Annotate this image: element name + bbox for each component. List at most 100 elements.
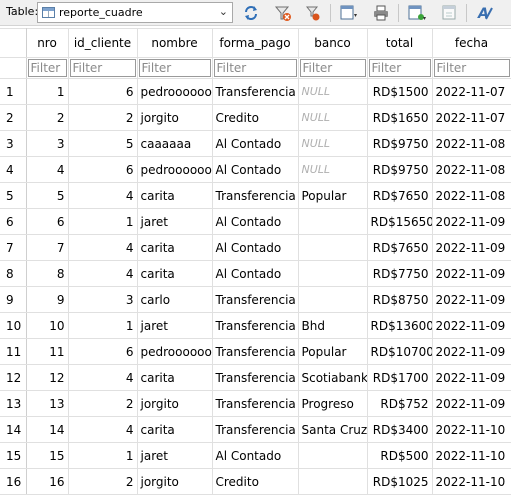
row-number-cell[interactable]: 8 — [0, 260, 27, 287]
cell-forma-pago[interactable]: Al Contado — [212, 234, 299, 261]
cell-forma-pago[interactable]: Transferencia — [212, 364, 299, 391]
cell-fecha[interactable]: 2022-11-07 — [432, 104, 511, 131]
cell-id-cliente[interactable]: 5 — [68, 130, 138, 157]
cell-forma-pago[interactable]: Credito — [212, 104, 299, 131]
cell-nombre[interactable]: carita — [137, 364, 213, 391]
cell-nro[interactable]: 8 — [26, 260, 69, 287]
cell-forma-pago[interactable]: Al Contado — [212, 156, 299, 183]
cell-forma-pago[interactable]: Transferencia — [212, 312, 299, 339]
row-number-cell[interactable]: 6 — [0, 208, 27, 235]
cell-id-cliente[interactable]: 3 — [68, 286, 138, 313]
cell-total[interactable]: RD$8750 — [367, 286, 433, 313]
table-row[interactable]: 1 1 6 pedrooooooo Transferencia NULL RD$1500 20… — [0, 78, 511, 105]
cell-total[interactable]: RD$13600 — [367, 312, 433, 339]
cell-fecha[interactable]: 2022-11-09 — [432, 390, 511, 417]
cell-fecha[interactable]: 2022-11-08 — [432, 182, 511, 209]
cell-id-cliente[interactable]: 4 — [68, 182, 138, 209]
filter-input[interactable]: Filter — [213, 59, 297, 77]
row-number-cell[interactable]: 2 — [0, 104, 27, 131]
table-row[interactable]: 9 9 3 carlo Transferencia RD$8750 2022-11-09 — [0, 286, 511, 313]
cell-total[interactable]: RD$500 — [367, 442, 433, 469]
column-header[interactable]: nombre — [137, 28, 213, 58]
cell-nombre[interactable]: pedrooooooo — [137, 338, 213, 365]
cell-id-cliente[interactable]: 6 — [68, 338, 138, 365]
cell-forma-pago[interactable]: Al Contado — [212, 208, 299, 235]
filter-input[interactable]: Filter — [433, 59, 510, 77]
cell-total[interactable]: RD$3400 — [367, 416, 433, 443]
cell-nombre[interactable]: carlo — [137, 286, 213, 313]
column-header[interactable]: forma_pago — [212, 28, 299, 58]
new-record-button[interactable] — [338, 2, 360, 24]
cell-nro[interactable]: 9 — [26, 286, 69, 313]
cell-nombre[interactable]: carita — [137, 234, 213, 261]
table-row[interactable]: 11 11 6 pedrooooooo Transferencia Popular RD$1… — [0, 338, 511, 365]
export-button[interactable] — [406, 2, 428, 24]
format-button[interactable]: A — [474, 2, 496, 24]
cell-banco[interactable]: Popular — [298, 182, 368, 209]
table-row[interactable]: 7 7 4 carita Al Contado RD$7650 2022-11-09 — [0, 234, 511, 261]
filter-input[interactable]: Filter — [299, 59, 366, 77]
row-number-cell[interactable]: 1 — [0, 78, 27, 105]
cell-fecha[interactable]: 2022-11-10 — [432, 416, 511, 443]
column-header[interactable]: banco — [298, 28, 368, 58]
print-button[interactable] — [370, 2, 392, 24]
cell-nro[interactable]: 1 — [26, 78, 69, 105]
cell-nro[interactable]: 16 — [26, 468, 69, 495]
cell-forma-pago[interactable]: Transferencia — [212, 390, 299, 417]
cell-id-cliente[interactable]: 2 — [68, 104, 138, 131]
cell-fecha[interactable]: 2022-11-09 — [432, 234, 511, 261]
delete-record-button[interactable] — [438, 2, 460, 24]
table-row[interactable]: 5 5 4 carita Transferencia Popular RD$7650 2022… — [0, 182, 511, 209]
cell-banco[interactable]: NULL — [298, 130, 368, 157]
cell-id-cliente[interactable]: 6 — [68, 78, 138, 105]
cell-forma-pago[interactable]: Transferencia — [212, 338, 299, 365]
cell-nro[interactable]: 4 — [26, 156, 69, 183]
cell-banco[interactable] — [298, 234, 368, 261]
cell-banco[interactable]: Progreso — [298, 390, 368, 417]
cell-nombre[interactable]: jaret — [137, 208, 213, 235]
cell-forma-pago[interactable]: Al Contado — [212, 130, 299, 157]
column-header[interactable]: fecha — [432, 28, 511, 58]
filter-input[interactable]: Filter — [27, 59, 67, 77]
row-number-cell[interactable]: 12 — [0, 364, 27, 391]
cell-banco[interactable]: Bhd — [298, 312, 368, 339]
table-select[interactable]: reporte_cuadre ⌄ — [37, 2, 233, 23]
cell-total[interactable]: RD$1700 — [367, 364, 433, 391]
cell-id-cliente[interactable]: 4 — [68, 234, 138, 261]
table-row[interactable]: 16 16 2 jorgito Credito RD$1025 2022-11-10 — [0, 468, 511, 495]
table-row[interactable]: 4 4 6 pedrooooooo Al Contado NULL RD$9750 2022-… — [0, 156, 511, 183]
cell-nombre[interactable]: jaret — [137, 442, 213, 469]
table-row[interactable]: 13 13 2 jorgito Transferencia Progreso RD$752 2… — [0, 390, 511, 417]
cell-banco[interactable] — [298, 442, 368, 469]
cell-banco[interactable] — [298, 260, 368, 287]
column-header[interactable]: id_cliente — [68, 28, 138, 58]
table-row[interactable]: 6 6 1 jaret Al Contado RD$15650 2022-11-09 — [0, 208, 511, 235]
cell-nombre[interactable]: jaret — [137, 312, 213, 339]
cell-nro[interactable]: 15 — [26, 442, 69, 469]
table-row[interactable]: 10 10 1 jaret Transferencia Bhd RD$13600 2022-1… — [0, 312, 511, 339]
cell-fecha[interactable]: 2022-11-10 — [432, 442, 511, 469]
cell-forma-pago[interactable]: Transferencia — [212, 182, 299, 209]
cell-total[interactable]: RD$1025 — [367, 468, 433, 495]
cell-nro[interactable]: 12 — [26, 364, 69, 391]
cell-nro[interactable]: 14 — [26, 416, 69, 443]
cell-id-cliente[interactable]: 4 — [68, 364, 138, 391]
cell-id-cliente[interactable]: 4 — [68, 260, 138, 287]
row-number-cell[interactable]: 9 — [0, 286, 27, 313]
row-number-cell[interactable]: 14 — [0, 416, 27, 443]
cell-fecha[interactable]: 2022-11-10 — [432, 468, 511, 495]
filter-input[interactable]: Filter — [368, 59, 431, 77]
table-row[interactable]: 14 14 4 carita Transferencia Santa Cruz RD$340… — [0, 416, 511, 443]
cell-fecha[interactable]: 2022-11-09 — [432, 338, 511, 365]
cell-nombre[interactable]: pedrooooooo — [137, 78, 213, 105]
cell-forma-pago[interactable]: Transferencia — [212, 286, 299, 313]
cell-total[interactable]: RD$7650 — [367, 234, 433, 261]
cell-nro[interactable]: 10 — [26, 312, 69, 339]
cell-total[interactable]: RD$1500 — [367, 78, 433, 105]
cell-nro[interactable]: 3 — [26, 130, 69, 157]
cell-nombre[interactable]: jorgito — [137, 390, 213, 417]
cell-nombre[interactable]: caaaaaa — [137, 130, 213, 157]
cell-banco[interactable] — [298, 208, 368, 235]
row-number-cell[interactable]: 16 — [0, 468, 27, 495]
cell-nro[interactable]: 2 — [26, 104, 69, 131]
